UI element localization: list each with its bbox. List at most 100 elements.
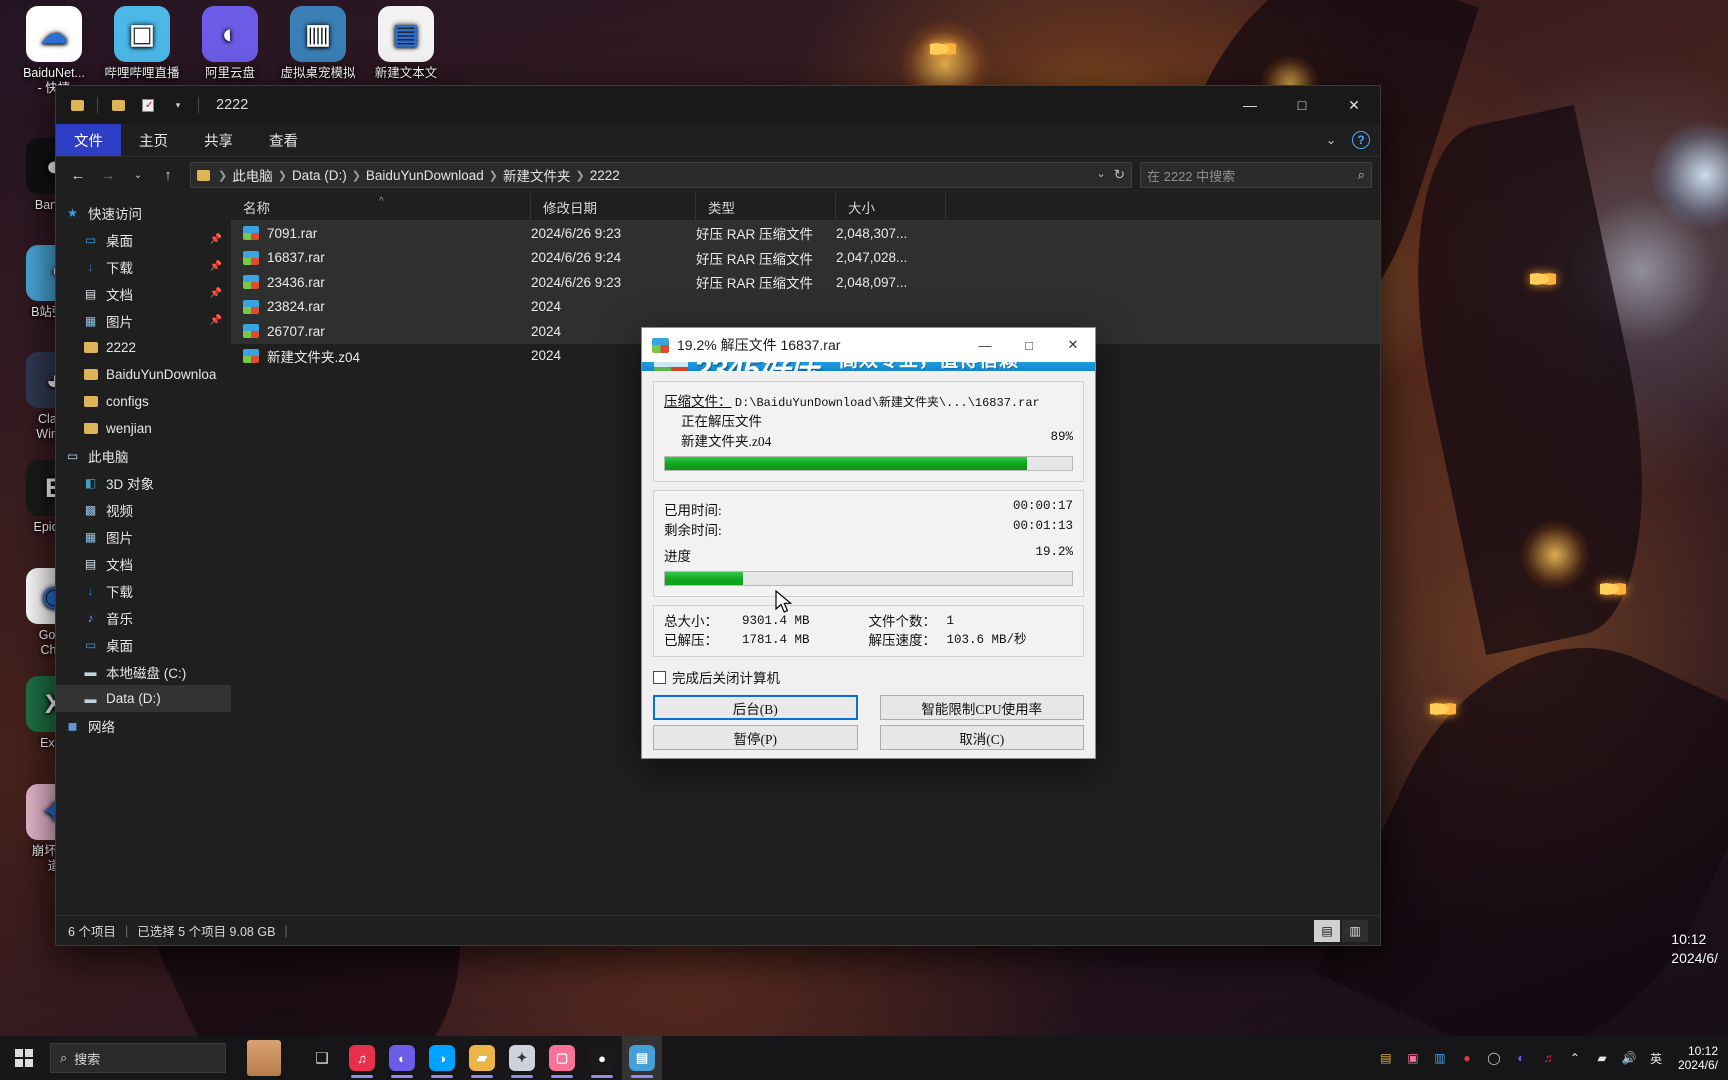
desktop-icon-new-text-document[interactable]: ▤ 新建文本文 xyxy=(360,6,452,81)
sidebar-item-音乐[interactable]: ♪ 音乐 xyxy=(56,604,231,631)
ribbon-collapse-icon[interactable]: ⌄ xyxy=(1320,129,1342,151)
taskbar-item-file-explorer[interactable]: ▰ xyxy=(462,1036,502,1080)
start-button[interactable] xyxy=(0,1036,48,1080)
forward-button[interactable]: → xyxy=(94,162,122,188)
sidebar-item-视频[interactable]: ▩ 视频 xyxy=(56,496,231,523)
music-icon[interactable]: ♫ xyxy=(1539,1049,1557,1067)
sidebar-item-configs[interactable]: configs xyxy=(56,388,231,415)
sidebar-item-文档[interactable]: ▤ 文档 📌 xyxy=(56,280,231,307)
chevron-up-icon[interactable]: ⌃ xyxy=(1566,1049,1584,1067)
pin-icon[interactable]: 📌 xyxy=(210,261,222,272)
sidebar-item-桌面[interactable]: ▭ 桌面 xyxy=(56,631,231,658)
sidebar-item-快速访问[interactable]: ★ 快速访问 xyxy=(56,199,231,226)
explorer-address-bar[interactable]: ← → ⌄ ↑ ❯ 此电脑 ❯ Data (D:) ❯ BaiduYunDown… xyxy=(56,157,1380,193)
explorer-window-controls[interactable]: — □ ✕ xyxy=(1224,86,1380,124)
sidebar-item-图片[interactable]: ▦ 图片 📌 xyxy=(56,307,231,334)
column-header-size[interactable]: 大小 xyxy=(836,192,946,221)
explorer-titlebar[interactable]: ✓ ▾ 2222 — □ ✕ xyxy=(56,86,1380,124)
pink-app-icon[interactable]: ▣ xyxy=(1404,1049,1422,1067)
column-headers[interactable]: 名称 修改日期 类型 大小 ^ xyxy=(231,192,1380,221)
desktop-icon-bilibili-live[interactable]: ▣ 哔哩哔哩直播 xyxy=(96,6,188,81)
taskbar[interactable]: ⌕ 搜索 ❑ ♫ ◐ ◑ ▰ ✦ ▢ ● ▤ ▤ ▣ ▥ ● ◯ ◐ ♫ ⌃ ▰ 🔊 英 10… xyxy=(0,1036,1728,1080)
taskbar-item-bilibili[interactable]: ▢ xyxy=(542,1036,582,1080)
network-icon[interactable]: ▰ xyxy=(1593,1049,1611,1067)
haozip-extract-dialog[interactable]: 19.2% 解压文件 16837.rar — □ ✕ 2345好压 高效专业，值… xyxy=(641,327,1096,759)
recorder-icon[interactable]: ● xyxy=(1458,1049,1476,1067)
haozip-shutdown-checkbox-row[interactable]: 完成后关闭计算机 xyxy=(653,667,1084,687)
taskbar-item-netease-music[interactable]: ♫ xyxy=(342,1036,382,1080)
qat-folder-icon[interactable] xyxy=(64,93,90,117)
haozip-limit-cpu-button[interactable]: 智能限制CPU使用率 xyxy=(879,695,1084,720)
breadcrumb[interactable]: ❯ 此电脑 ❯ Data (D:) ❯ BaiduYunDownload ❯ 新… xyxy=(190,162,1132,188)
taskbar-item-aliyun-drive[interactable]: ◑ xyxy=(422,1036,462,1080)
sidebar-item-2222[interactable]: 2222 xyxy=(56,334,231,361)
taskbar-clock[interactable]: 10:12 2024/6/ xyxy=(1674,1044,1718,1072)
breadcrumb-item-3[interactable]: 新建文件夹 xyxy=(503,165,571,185)
explorer-ribbon-tabs[interactable]: 文件 主页 共享 查看 ⌄ ? xyxy=(56,124,1380,157)
haozip-minimize-button[interactable]: — xyxy=(963,328,1007,362)
view-tiles-button[interactable]: ▥ xyxy=(1342,919,1368,942)
haozip-ad-banner[interactable]: 2345好压 高效专业，值得信赖 A股上市公司荣誉出品（股票代码：002195） xyxy=(642,362,1095,371)
haozip-maximize-button[interactable]: □ xyxy=(1007,328,1051,362)
search-icon[interactable]: ⌕ xyxy=(1358,167,1365,183)
haozip-button-row[interactable]: 后台(B) 暂停(P) 智能限制CPU使用率 取消(C) xyxy=(653,695,1084,750)
sidebar-item-图片[interactable]: ▦ 图片 xyxy=(56,523,231,550)
clash-icon[interactable]: ◐ xyxy=(1512,1049,1530,1067)
sidebar-item-下载[interactable]: ↓ 下载 xyxy=(56,577,231,604)
qat-new-folder-icon[interactable] xyxy=(105,93,131,117)
haozip-cancel-button[interactable]: 取消(C) xyxy=(879,725,1084,750)
breadcrumb-item-2[interactable]: BaiduYunDownload xyxy=(366,168,484,183)
tab-share[interactable]: 共享 xyxy=(186,124,251,156)
task-view-button[interactable]: ❑ xyxy=(302,1036,342,1080)
sidebar-item-3D对象[interactable]: ◧ 3D 对象 xyxy=(56,469,231,496)
haozip-background-button[interactable]: 后台(B) xyxy=(653,695,858,720)
input-method-icon[interactable]: ▤ xyxy=(1377,1049,1395,1067)
sidebar-item-BaiduYunDownloa[interactable]: BaiduYunDownloa xyxy=(56,361,231,388)
sidebar-item-下载[interactable]: ↓ 下载 📌 xyxy=(56,253,231,280)
breadcrumb-item-4[interactable]: 2222 xyxy=(590,168,620,183)
monitor-icon[interactable]: ▥ xyxy=(1431,1049,1449,1067)
breadcrumb-dropdown-icon[interactable]: ⌄ xyxy=(1096,167,1105,183)
search-input[interactable]: 在 2222 中搜索 ⌕ xyxy=(1140,162,1372,188)
taskbar-item-haozip[interactable]: ▤ xyxy=(622,1036,662,1080)
system-tray[interactable]: ▤ ▣ ▥ ● ◯ ◐ ♫ ⌃ ▰ 🔊 英 10:12 2024/6/ xyxy=(1377,1044,1728,1072)
table-row[interactable]: 16837.rar 2024/6/26 9:24 好压 RAR 压缩文件 2,047,… xyxy=(231,245,1380,270)
view-details-button[interactable]: ▤ xyxy=(1314,919,1340,942)
table-row[interactable]: 23436.rar 2024/6/26 9:23 好压 RAR 压缩文件 2,048,… xyxy=(231,270,1380,295)
haozip-shutdown-checkbox[interactable] xyxy=(653,670,666,684)
minimize-button[interactable]: — xyxy=(1224,86,1276,124)
volume-icon[interactable]: 🔊 xyxy=(1620,1049,1638,1067)
navigation-pane[interactable]: ★ 快速访问 ▭ 桌面 📌 ↓ 下载 📌 ▤ 文档 📌 ▦ 图片 📌 2222 BaiduYunDownloa… xyxy=(56,193,231,915)
sidebar-item-网络[interactable]: ◼ 网络 xyxy=(56,712,231,739)
sidebar-item-此电脑[interactable]: ▭ 此电脑 xyxy=(56,442,231,469)
haozip-window-controls[interactable]: — □ ✕ xyxy=(963,328,1095,362)
up-button[interactable]: ↑ xyxy=(154,162,182,188)
circle-icon[interactable]: ◯ xyxy=(1485,1049,1503,1067)
haozip-titlebar[interactable]: 19.2% 解压文件 16837.rar — □ ✕ xyxy=(642,328,1095,362)
breadcrumb-item-0[interactable]: 此电脑 xyxy=(232,165,273,185)
taskbar-item-honkai-character[interactable]: ✦ xyxy=(502,1036,542,1080)
sidebar-item-DataD[interactable]: ▬ Data (D:) xyxy=(56,685,231,712)
sidebar-item-wenjian[interactable]: wenjian xyxy=(56,415,231,442)
pin-icon[interactable]: 📌 xyxy=(210,234,222,245)
tab-file[interactable]: 文件 xyxy=(56,124,121,156)
desktop-icon-vpet-simulator[interactable]: ▥ 虚拟桌宠模拟 xyxy=(272,6,364,81)
taskbar-item-clash-for-windows[interactable]: ◐ xyxy=(382,1036,422,1080)
ime-indicator[interactable]: 英 xyxy=(1647,1049,1665,1067)
desktop-icon-aliyun-drive[interactable]: ◐ 阿里云盘 xyxy=(184,6,276,81)
quick-access-toolbar[interactable]: ✓ ▾ xyxy=(64,93,202,117)
taskbar-widget-preview[interactable] xyxy=(226,1038,302,1078)
breadcrumb-item-1[interactable]: Data (D:) xyxy=(292,168,347,183)
qat-properties-icon[interactable]: ✓ xyxy=(135,93,161,117)
sidebar-item-桌面[interactable]: ▭ 桌面 📌 xyxy=(56,226,231,253)
haozip-close-button[interactable]: ✕ xyxy=(1051,328,1095,362)
recent-locations-button[interactable]: ⌄ xyxy=(124,162,152,188)
sidebar-item-本地磁盘C[interactable]: ▬ 本地磁盘 (C:) xyxy=(56,658,231,685)
column-header-date[interactable]: 修改日期 xyxy=(531,192,696,221)
table-row[interactable]: 23824.rar 2024 xyxy=(231,294,1380,319)
pin-icon[interactable]: 📌 xyxy=(210,315,222,326)
refresh-icon[interactable]: ↻ xyxy=(1114,167,1125,183)
column-header-type[interactable]: 类型 xyxy=(696,192,836,221)
taskbar-search-box[interactable]: ⌕ 搜索 xyxy=(50,1043,226,1073)
haozip-pause-button[interactable]: 暂停(P) xyxy=(653,725,858,750)
